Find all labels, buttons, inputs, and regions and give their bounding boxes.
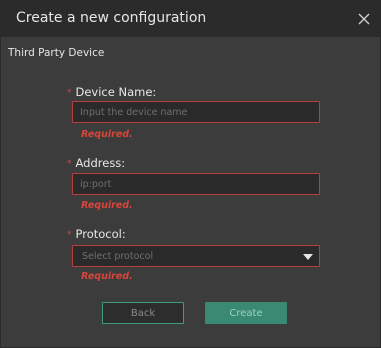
caret-down-icon <box>303 254 313 260</box>
device-name-label: * Device Name: <box>67 85 156 99</box>
device-name-label-text: Device Name: <box>75 85 157 99</box>
dialog-title: Create a new configuration <box>16 10 207 26</box>
required-marker: * <box>67 159 72 169</box>
create-button[interactable]: Create <box>205 302 287 324</box>
protocol-select-placeholder: Select protocol <box>82 251 154 262</box>
address-error: Required. <box>81 200 133 211</box>
device-name-input[interactable] <box>72 101 320 123</box>
required-marker: * <box>67 230 72 240</box>
protocol-label: * Protocol: <box>67 227 126 241</box>
close-icon <box>358 13 370 25</box>
protocol-select[interactable]: Select protocol <box>72 245 320 267</box>
create-configuration-dialog: Create a new configuration Third Party D… <box>0 0 381 348</box>
protocol-label-text: Protocol: <box>75 227 126 241</box>
dialog-subtitle: Third Party Device <box>8 47 105 59</box>
address-input[interactable] <box>72 173 320 195</box>
address-label: * Address: <box>67 156 125 170</box>
device-name-error: Required. <box>81 129 133 140</box>
back-button[interactable]: Back <box>102 302 184 324</box>
close-button[interactable] <box>354 9 374 29</box>
required-marker: * <box>67 88 72 98</box>
protocol-error: Required. <box>81 271 133 282</box>
address-label-text: Address: <box>75 156 126 170</box>
dialog-titlebar: Create a new configuration <box>1 1 380 37</box>
